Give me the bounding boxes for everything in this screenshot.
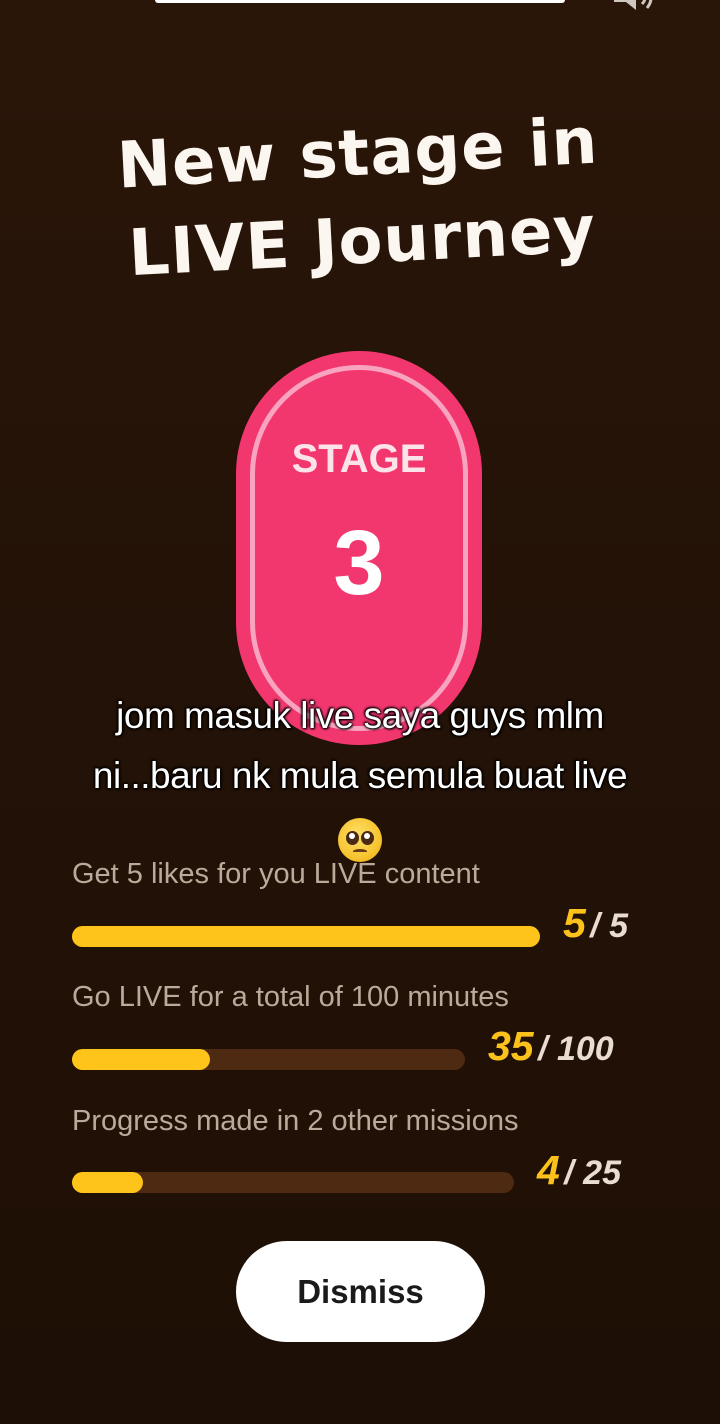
mission-count: 5 / 5 (563, 900, 628, 947)
mission-total: / 5 (590, 907, 629, 945)
caption-line-1: jom masuk live saya guys mlm (116, 695, 604, 736)
mission-label: Progress made in 2 other missions (72, 1105, 519, 1137)
mission-count: 35 / 100 (488, 1023, 614, 1070)
mission-progress-track (72, 1172, 514, 1193)
mission-progress-fill (72, 926, 540, 947)
dismiss-button[interactable]: Dismiss (236, 1241, 485, 1342)
mission-item: Get 5 likes for you LIVE content (72, 858, 672, 891)
mission-current: 5 (563, 900, 586, 946)
stage-label: STAGE (291, 437, 427, 481)
mission-label: Get 5 likes for you LIVE content (72, 858, 480, 890)
mission-current: 4 (537, 1147, 560, 1193)
mission-progress-fill (72, 1049, 210, 1070)
mission-label: Go LIVE for a total of 100 minutes (72, 981, 509, 1013)
top-progress-bar (155, 0, 565, 3)
mission-progress-track (72, 1049, 465, 1070)
stage-number: 3 (333, 512, 385, 614)
video-caption: jom masuk live saya guys mlm ni...baru n… (20, 686, 700, 866)
caption-line-2: ni...baru nk mula semula buat live (92, 755, 628, 796)
page-title: New stage in LIVE Journey (0, 91, 720, 304)
mission-count: 4 / 25 (537, 1147, 621, 1194)
mission-progress-fill (72, 1172, 143, 1193)
speaker-icon[interactable] (610, 0, 658, 20)
mission-total: / 25 (564, 1154, 621, 1192)
mission-current: 35 (488, 1023, 534, 1069)
mission-progress-track (72, 926, 540, 947)
pleading-face-icon (338, 818, 382, 863)
mission-item: Go LIVE for a total of 100 minutes (72, 981, 672, 1014)
mission-total: / 100 (538, 1030, 614, 1068)
mission-item: Progress made in 2 other missions (72, 1105, 672, 1138)
